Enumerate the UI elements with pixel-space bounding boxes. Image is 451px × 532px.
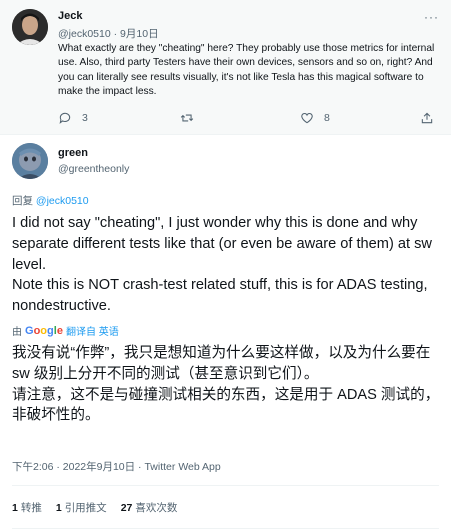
- retweets-label: 转推: [20, 501, 42, 514]
- tweet-actions: 3 8: [58, 110, 438, 126]
- avatar-photo: [12, 9, 48, 45]
- divider: [12, 485, 439, 486]
- likes-stat[interactable]: 27 喜欢次数: [121, 500, 178, 515]
- more-icon[interactable]: ···: [424, 10, 439, 24]
- author-name[interactable]: green: [58, 147, 88, 159]
- translate-label[interactable]: 翻译自 英语: [66, 323, 119, 338]
- meta-separator: ·: [113, 28, 118, 40]
- author-handle[interactable]: @jeck0510: [58, 28, 111, 40]
- main-tweet-header: green @greentheonly: [0, 135, 451, 189]
- avatar[interactable]: [12, 9, 48, 45]
- tweet-stats: 1 转推 1 引用推文 27 喜欢次数: [12, 497, 191, 517]
- translation-attribution: 由 Google 翻译自 英语: [12, 323, 119, 339]
- quotes-label: 引用推文: [64, 501, 107, 514]
- like-button[interactable]: 8: [300, 110, 330, 126]
- tweet-date[interactable]: 9月10日: [120, 28, 159, 40]
- tweet-timestamp[interactable]: 下午2:06 · 2022年9月10日 · Twitter Web App: [12, 459, 221, 474]
- translated-text: 我没有说“作弊”，我只是想知道为什么要这样做，以及为什么要在 sw 级别上分开不…: [12, 343, 444, 426]
- reply-count: 3: [82, 112, 88, 124]
- retweets-count: 1: [12, 501, 18, 514]
- tweet-meta: @jeck0510 · 9月10日: [58, 26, 159, 41]
- tweet-text: What exactly are they "cheating" here? T…: [58, 43, 435, 98]
- likes-count: 27: [120, 501, 133, 514]
- tweet-text-english: I did not say "cheating", I just wonder …: [12, 215, 432, 315]
- avatar-photo: [12, 143, 48, 179]
- reply-button[interactable]: 3: [58, 110, 88, 126]
- replying-to: 回复 @jeck0510: [12, 193, 89, 208]
- quotes-count: 1: [55, 501, 62, 514]
- divider: [12, 528, 439, 529]
- parent-tweet[interactable]: Jeck @jeck0510 · 9月10日 ··· What exactly …: [0, 0, 451, 135]
- retweet-button[interactable]: [180, 110, 204, 126]
- like-icon: [301, 113, 313, 124]
- reply-prefix: 回复: [12, 195, 33, 207]
- likes-label: 喜欢次数: [135, 501, 178, 514]
- like-count: 8: [324, 112, 330, 124]
- retweets-stat[interactable]: 1 转推: [12, 500, 42, 515]
- share-icon: [421, 112, 433, 124]
- retweet-icon: [180, 114, 194, 122]
- google-logo: Google: [25, 324, 63, 337]
- author-name[interactable]: Jeck: [58, 10, 82, 22]
- quotes-stat[interactable]: 1 引用推文: [56, 500, 107, 515]
- share-button[interactable]: [420, 110, 444, 126]
- tweet-text: I did not say "cheating", I just wonder …: [12, 213, 442, 317]
- author-handle[interactable]: @greentheonly: [58, 163, 129, 175]
- reply-icon: [59, 112, 71, 124]
- avatar[interactable]: [12, 143, 48, 179]
- reply-handle-link[interactable]: @jeck0510: [36, 195, 89, 207]
- translate-prefix: 由: [12, 327, 22, 338]
- tweet-text-chinese: 我没有说“作弊”，我只是想知道为什么要这样做，以及为什么要在 sw 级别上分开不…: [12, 345, 440, 424]
